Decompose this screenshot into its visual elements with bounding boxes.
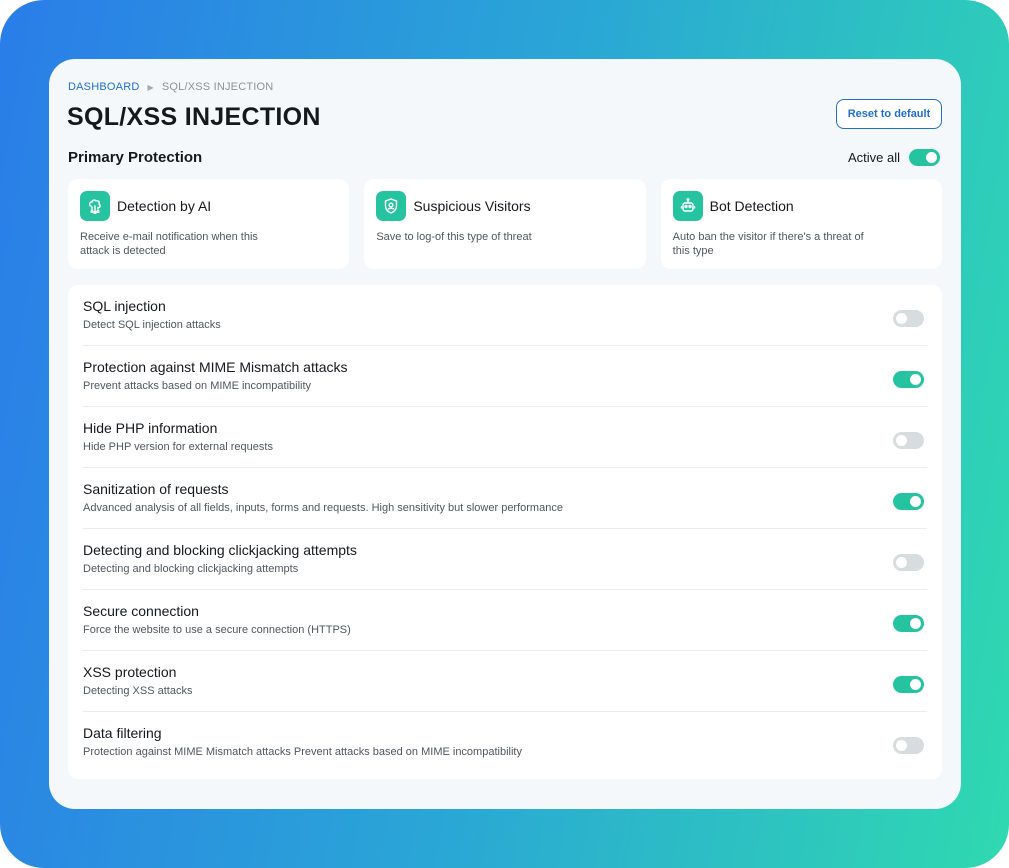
- setting-description: Advanced analysis of all fields, inputs,…: [83, 502, 563, 514]
- toggle-knob: [910, 679, 921, 690]
- card-header: Detection by AI: [80, 191, 337, 221]
- card-suspicious-visitors[interactable]: Suspicious Visitors Save to log-of this …: [364, 179, 646, 269]
- breadcrumb-current: SQL/XSS INJECTION: [161, 81, 274, 93]
- active-all-label: Active all: [847, 150, 900, 165]
- toggle-knob: [910, 496, 921, 507]
- setting-toggle[interactable]: [893, 737, 924, 754]
- setting-row-mime-mismatch: Protection against MIME Mismatch attacks…: [83, 346, 927, 407]
- active-all-control: Active all: [848, 149, 940, 166]
- ai-brain-icon: [80, 191, 110, 221]
- setting-row-hide-php: Hide PHP information Hide PHP version fo…: [83, 407, 927, 468]
- setting-title: Protection against MIME Mismatch attacks: [83, 359, 348, 375]
- setting-row-secure-connection: Secure connection Force the website to u…: [83, 590, 927, 651]
- settings-list: SQL injection Detect SQL injection attac…: [68, 285, 942, 779]
- setting-description: Detecting and blocking clickjacking atte…: [83, 563, 299, 575]
- card-header: Suspicious Visitors: [376, 191, 633, 221]
- setting-description: Detecting XSS attacks: [83, 685, 193, 697]
- setting-description: Protection against MIME Mismatch attacks…: [83, 746, 522, 758]
- setting-title: Sanitization of requests: [83, 481, 229, 497]
- toggle-knob: [926, 152, 937, 163]
- reset-to-default-button[interactable]: Reset to default: [836, 99, 942, 129]
- primary-protection-title: Primary Protection: [68, 149, 203, 166]
- setting-toggle[interactable]: [893, 615, 924, 632]
- setting-row-sanitization: Sanitization of requests Advanced analys…: [83, 468, 927, 529]
- card-bot-detection[interactable]: Bot Detection Auto ban the visitor if th…: [660, 179, 942, 269]
- active-all-toggle[interactable]: [909, 149, 940, 166]
- setting-title: Data filtering: [83, 725, 162, 741]
- chevron-right-icon: ▶: [147, 82, 154, 92]
- setting-description: Force the website to use a secure connec…: [83, 624, 351, 636]
- card-description: Auto ban the visitor if there's a threat…: [672, 231, 864, 257]
- page-title: SQL/XSS INJECTION: [67, 103, 321, 131]
- card-title: Suspicious Visitors: [413, 198, 531, 214]
- setting-description: Prevent attacks based on MIME incompatib…: [83, 380, 312, 392]
- setting-title: Secure connection: [83, 603, 199, 619]
- setting-title: Detecting and blocking clickjacking atte…: [83, 542, 357, 558]
- setting-row-sql-injection: SQL injection Detect SQL injection attac…: [83, 285, 927, 346]
- toggle-knob: [910, 374, 921, 385]
- setting-toggle[interactable]: [893, 554, 924, 571]
- settings-panel: DASHBOARD ▶ SQL/XSS INJECTION SQL/XSS IN…: [49, 59, 961, 809]
- toggle-knob: [910, 618, 921, 629]
- robot-icon: [672, 191, 703, 221]
- toggle-knob: [896, 740, 907, 751]
- setting-title: SQL injection: [83, 298, 166, 314]
- setting-description: Detect SQL injection attacks: [83, 319, 221, 331]
- background-frame: DASHBOARD ▶ SQL/XSS INJECTION SQL/XSS IN…: [0, 0, 1009, 868]
- setting-toggle[interactable]: [893, 310, 924, 327]
- toggle-knob: [896, 435, 907, 446]
- setting-row-data-filtering: Data filtering Protection against MIME M…: [83, 712, 927, 773]
- shield-user-icon: [376, 191, 407, 221]
- breadcrumb-dashboard-link[interactable]: DASHBOARD: [68, 81, 139, 93]
- setting-title: Hide PHP information: [83, 420, 218, 436]
- card-detection-by-ai[interactable]: Detection by AI Receive e-mail notificat…: [68, 179, 350, 269]
- setting-description: Hide PHP version for external requests: [83, 441, 273, 453]
- setting-toggle[interactable]: [893, 493, 924, 510]
- card-title: Detection by AI: [117, 198, 212, 214]
- protection-cards: Detection by AI Receive e-mail notificat…: [68, 179, 942, 269]
- setting-toggle[interactable]: [893, 371, 924, 388]
- toggle-knob: [896, 313, 907, 324]
- setting-row-clickjacking: Detecting and blocking clickjacking atte…: [83, 529, 927, 590]
- setting-title: XSS protection: [83, 664, 177, 680]
- card-description: Receive e-mail notification when this at…: [80, 231, 258, 257]
- setting-toggle[interactable]: [893, 676, 924, 693]
- card-title: Bot Detection: [709, 198, 794, 214]
- card-header: Bot Detection: [672, 191, 930, 221]
- toggle-knob: [896, 557, 907, 568]
- setting-toggle[interactable]: [893, 432, 924, 449]
- setting-row-xss-protection: XSS protection Detecting XSS attacks: [83, 651, 927, 712]
- breadcrumb: DASHBOARD ▶ SQL/XSS INJECTION: [68, 81, 273, 93]
- card-description: Save to log-of this type of threat: [376, 231, 532, 243]
